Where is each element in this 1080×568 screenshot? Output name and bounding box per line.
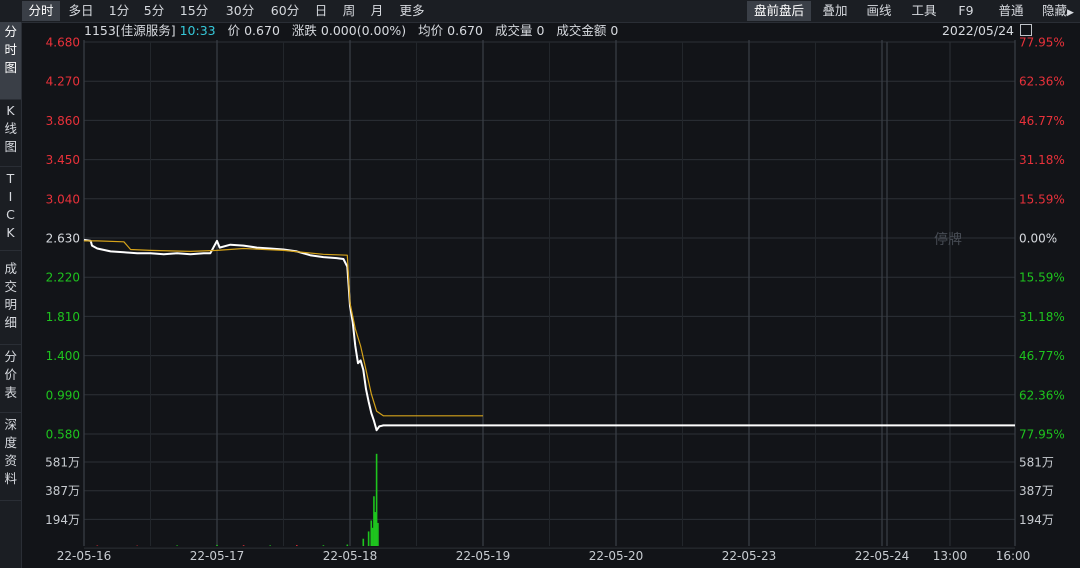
price-tick-label: 2.630 bbox=[46, 232, 80, 246]
change-value: 0.000(0.00%) bbox=[320, 23, 407, 38]
date-tick-label: 22-05-20 bbox=[589, 549, 643, 563]
volume-tick-label: 387万 bbox=[1019, 484, 1054, 498]
date-tick-label: 22-05-18 bbox=[323, 549, 377, 563]
time-tick-label: 13:00 bbox=[933, 549, 968, 563]
price-tick-label: 2.220 bbox=[46, 271, 80, 285]
volume-bar bbox=[374, 512, 377, 546]
percent-tick-label: 46.77% bbox=[1019, 349, 1065, 363]
quote-info-bar: 1153[佳源服务] 10:33 价 0.670 涨跌 0.000(0.00%) 均价… bbox=[84, 22, 626, 40]
volume-bar bbox=[176, 545, 178, 546]
volume-tick-label: 194万 bbox=[1019, 513, 1054, 527]
percent-tick-label: 31.18% bbox=[1019, 310, 1065, 324]
avg-price-label: 均价 bbox=[418, 23, 444, 38]
date-tick-label: 22-05-19 bbox=[456, 549, 510, 563]
percent-tick-label: 77.95% bbox=[1019, 36, 1065, 50]
volume-bar bbox=[216, 544, 218, 546]
amount-label: 成交金额 bbox=[556, 23, 607, 38]
price-tick-label: 1.810 bbox=[46, 310, 80, 324]
percent-tick-label: 0.00% bbox=[1019, 232, 1057, 246]
price-value: 0.670 bbox=[244, 23, 280, 38]
date-tick-label: 22-05-23 bbox=[722, 549, 776, 563]
percent-tick-label: 46.77% bbox=[1019, 114, 1065, 128]
price-tick-label: 4.680 bbox=[46, 36, 80, 50]
volume-label: 成交量 bbox=[494, 23, 533, 38]
volume-value: 0 bbox=[536, 23, 545, 38]
date-tick-label: 22-05-17 bbox=[190, 549, 244, 563]
price-tick-label: 0.580 bbox=[46, 428, 80, 442]
percent-tick-label: 31.18% bbox=[1019, 153, 1065, 167]
volume-tick-label: 194万 bbox=[45, 513, 80, 527]
percent-tick-label: 15.59% bbox=[1019, 271, 1065, 285]
percent-tick-label: 62.36% bbox=[1019, 75, 1065, 89]
price-tick-label: 1.400 bbox=[46, 349, 80, 363]
time-tick-label: 16:00 bbox=[996, 549, 1031, 563]
date-axis: 22-05-16 22-05-17 22-05-18 22-05-19 22-05-20… bbox=[57, 549, 1031, 563]
stock-code-name: 1153[佳源服务] bbox=[84, 23, 176, 38]
volume-bar bbox=[242, 545, 245, 546]
expand-icon[interactable] bbox=[1020, 24, 1032, 36]
price-tick-label: 0.990 bbox=[46, 388, 80, 402]
suspended-label: 停牌 bbox=[934, 231, 962, 248]
volume-bar bbox=[346, 544, 349, 546]
volume-bar bbox=[371, 527, 374, 546]
price-tick-label: 3.450 bbox=[46, 153, 80, 167]
date-tick-label: 22-05-16 bbox=[57, 549, 111, 563]
percent-tick-label: 62.36% bbox=[1019, 388, 1065, 402]
price-axis: 4.680 4.270 3.860 3.450 3.040 2.630 2.220 1.810… bbox=[46, 36, 80, 442]
percent-axis: 77.95% 62.36% 46.77% 31.18% 15.59% 0.00% 15.59… bbox=[1019, 36, 1065, 442]
change-label: 涨跌 bbox=[291, 23, 317, 38]
price-label: 价 bbox=[227, 23, 241, 38]
volume-bar bbox=[377, 522, 379, 546]
volume-tick-label: 581万 bbox=[45, 456, 80, 470]
volume-tick-label: 387万 bbox=[45, 484, 80, 498]
volume-bar bbox=[362, 538, 365, 546]
volume-bar bbox=[269, 545, 271, 546]
price-tick-label: 3.040 bbox=[46, 192, 80, 206]
chart-grid bbox=[83, 40, 1016, 549]
volume-bars bbox=[96, 453, 379, 546]
volume-bar bbox=[322, 545, 325, 546]
date-tick-label: 22-05-24 bbox=[855, 549, 909, 563]
intraday-chart[interactable]: 4.680 4.270 3.860 3.450 3.040 2.630 2.220 1.810… bbox=[0, 0, 1080, 568]
price-tick-label: 4.270 bbox=[46, 75, 80, 89]
percent-tick-label: 15.59% bbox=[1019, 192, 1065, 206]
volume-bar bbox=[296, 545, 298, 546]
volume-bar bbox=[367, 531, 370, 546]
volume-tick-label: 581万 bbox=[1019, 456, 1054, 470]
amount-value: 0 bbox=[610, 23, 619, 38]
avg-price-value: 0.670 bbox=[447, 23, 483, 38]
quote-time: 10:33 bbox=[179, 23, 216, 38]
price-tick-label: 3.860 bbox=[46, 114, 80, 128]
quote-date: 2022/05/24 bbox=[941, 23, 1014, 38]
percent-tick-label: 77.95% bbox=[1019, 428, 1065, 442]
